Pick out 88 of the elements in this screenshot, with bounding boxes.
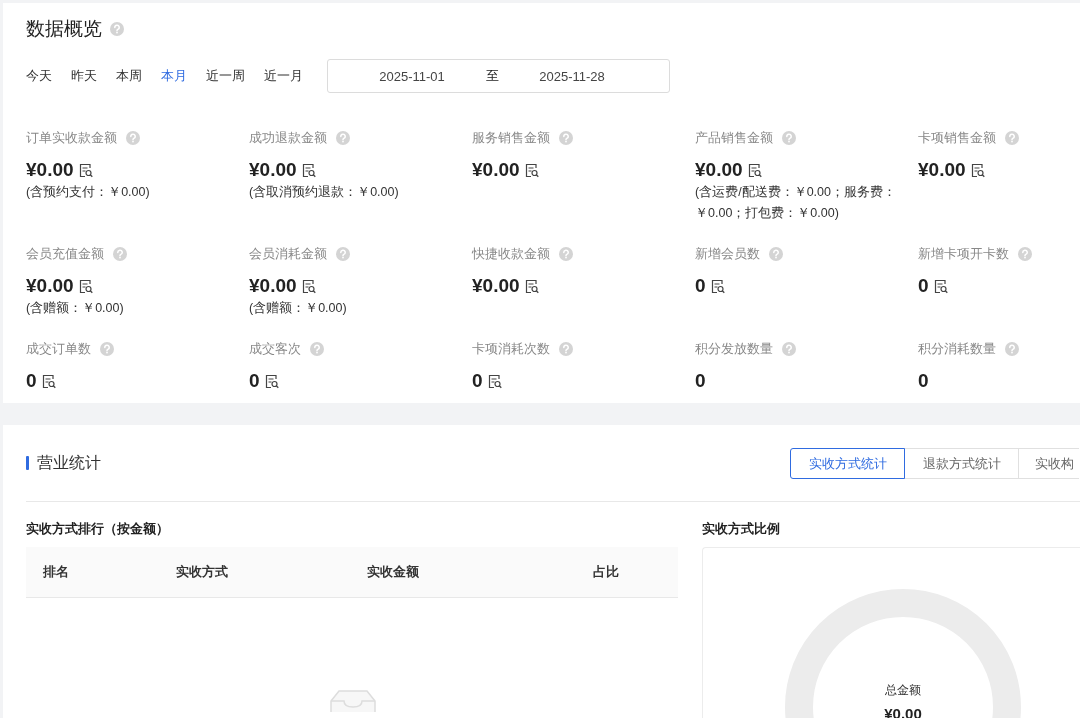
metric-value: 0 [695,370,706,392]
metric-value: ¥0.00 [472,275,520,297]
tab[interactable]: 退款方式统计 [904,447,1019,479]
metric-label: 订单实收款金额 [26,129,117,147]
metric-label: 成功退款金额 [249,129,327,147]
empty-inbox-icon [330,689,376,713]
metric-value: 0 [918,275,929,297]
panel-title: 实收方式排行（按金额） [26,521,170,538]
date-range-option[interactable]: 近一月 [264,67,303,85]
total-label: 总金额 [884,682,922,699]
date-range-option[interactable]: 今天 [26,67,52,85]
document-search-icon[interactable] [524,278,539,294]
metric-value: ¥0.00 [472,159,520,181]
help-icon [559,247,573,261]
metric-value: ¥0.00 [26,159,74,181]
start-date: 2025-11-01 [378,68,446,84]
document-search-icon[interactable] [487,373,502,389]
help-icon [336,131,350,145]
metric-note: (含赠额：￥0.00) [249,300,348,317]
metric-label: 成交客次 [249,340,301,358]
metric-value: ¥0.00 [918,159,966,181]
help-icon [1018,247,1032,261]
metric-label: 服务销售金额 [472,129,550,147]
metric-value: ¥0.00 [249,159,297,181]
metric-value: 0 [695,275,706,297]
tab[interactable]: 实收构 [1018,447,1079,479]
document-search-icon[interactable] [524,162,539,178]
document-search-icon[interactable] [78,278,93,294]
help-icon [126,131,140,145]
metric-label: 卡项销售金额 [918,129,996,147]
metric-label: 卡项消耗次数 [472,340,550,358]
metric-label: 积分发放数量 [695,340,773,358]
metric-label: 积分消耗数量 [918,340,996,358]
date-range-field[interactable]: 2025-11-01 至 2025-11-28 [327,59,670,93]
range-separator: 至 [484,67,500,85]
help-icon [310,342,324,356]
help-icon [100,342,114,356]
help-icon [769,247,783,261]
metric-value: 0 [472,370,483,392]
metric-value: 0 [249,370,260,392]
help-icon [782,342,796,356]
help-icon [113,247,127,261]
document-search-icon[interactable] [41,373,56,389]
help-icon [1005,342,1019,356]
metric-value: 0 [26,370,37,392]
metric-note: (含取消预约退款：￥0.00) [249,184,400,201]
end-date: 2025-11-28 [538,68,606,84]
metric-label: 成交订单数 [26,340,91,358]
metric-label: 新增卡项开卡数 [918,245,1009,263]
document-search-icon[interactable] [78,162,93,178]
help-icon [336,247,350,261]
tab[interactable]: 实收方式统计 [790,447,905,479]
document-search-icon[interactable] [264,373,279,389]
help-icon [559,342,573,356]
metric-label: 会员消耗金额 [249,245,327,263]
document-search-icon[interactable] [747,162,762,178]
document-search-icon[interactable] [301,162,316,178]
column-header: 实收金额 [367,563,420,581]
metric-note: (含赠额：￥0.00) [26,300,125,317]
help-icon [559,131,573,145]
help-icon [1005,131,1019,145]
metric-label: 新增会员数 [695,245,760,263]
metric-value: ¥0.00 [26,275,74,297]
metric-label: 快捷收款金额 [472,245,550,263]
document-search-icon[interactable] [301,278,316,294]
date-range-option[interactable]: 近一周 [206,67,245,85]
metric-note: (含运费/配送费：￥0.00；服务费：￥0.00；打包费：￥0.00) [695,184,897,222]
metric-note: (含预约支付：￥0.00) [26,184,151,201]
metric-label: 产品销售金额 [695,129,773,147]
metric-value: ¥0.00 [249,275,297,297]
date-range-option[interactable]: 本周 [116,67,142,85]
section-title: 营业统计 [37,452,101,473]
document-search-icon[interactable] [933,278,948,294]
help-icon [782,131,796,145]
help-icon [110,22,124,36]
section-title: 数据概览 [26,17,102,41]
date-range-option[interactable]: 昨天 [71,67,97,85]
date-range-option[interactable]: 本月 [161,67,187,85]
accent-bar [26,456,29,470]
document-search-icon[interactable] [710,278,725,294]
document-search-icon[interactable] [970,162,985,178]
column-header: 排名 [43,563,70,581]
metric-value: ¥0.00 [695,159,743,181]
column-header: 占比 [593,563,619,581]
metric-label: 会员充值金额 [26,245,104,263]
column-header: 实收方式 [176,563,229,581]
panel-title: 实收方式比例 [702,521,781,538]
metric-value: 0 [918,370,929,392]
